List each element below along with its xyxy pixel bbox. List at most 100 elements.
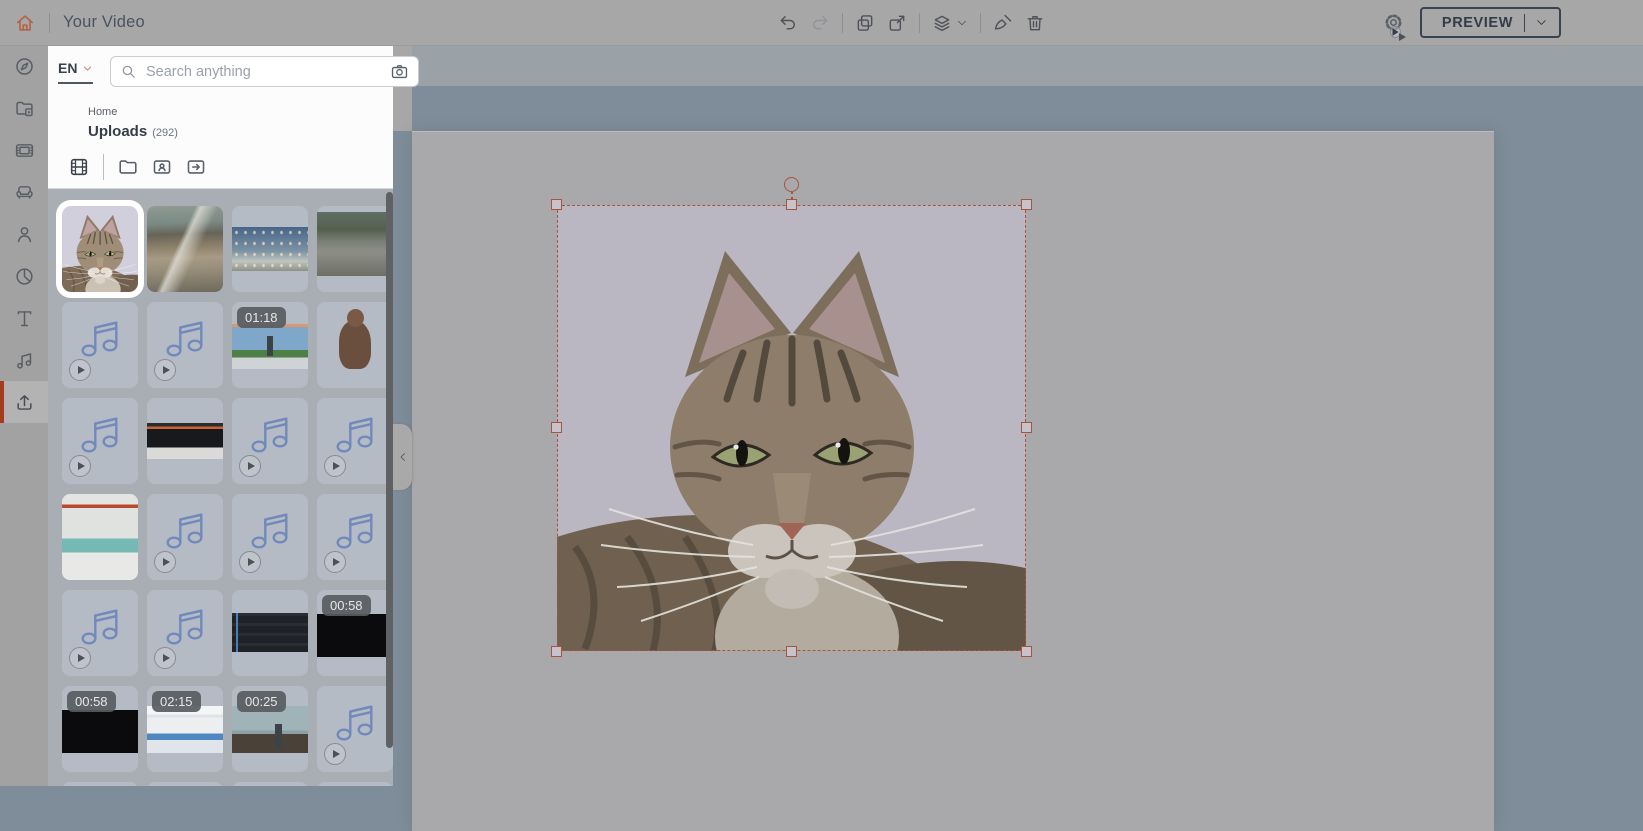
resize-handle-top-left[interactable] — [551, 199, 562, 210]
media-item-cartoon25[interactable]: 00:25 — [232, 686, 308, 772]
webpage-thumbnail — [147, 706, 223, 753]
rotation-connector — [791, 192, 793, 199]
media-item-audio[interactable] — [147, 302, 223, 388]
media-item-rain[interactable] — [232, 206, 308, 292]
resize-handle-top-right[interactable] — [1021, 199, 1032, 210]
left-sidebar — [0, 45, 48, 786]
media-item-site-dark[interactable] — [147, 398, 223, 484]
music-note-icon — [246, 408, 294, 456]
tabs-divider — [103, 154, 104, 180]
play-button[interactable] — [239, 551, 261, 573]
play-button[interactable] — [324, 455, 346, 477]
language-dropdown[interactable]: EN — [58, 60, 93, 84]
camera-icon[interactable] — [390, 62, 409, 81]
media-item-street[interactable] — [317, 206, 393, 292]
broom-icon[interactable] — [993, 13, 1013, 33]
breadcrumb-back-icon[interactable] — [64, 113, 79, 128]
play-button[interactable] — [324, 743, 346, 765]
preview-button[interactable]: PREVIEW — [1420, 7, 1561, 38]
music-note-icon — [76, 600, 124, 648]
play-button[interactable] — [324, 551, 346, 573]
media-item-beach[interactable] — [147, 206, 223, 292]
play-button[interactable] — [69, 359, 91, 381]
resize-handle-top-middle[interactable] — [786, 199, 797, 210]
media-item-audio[interactable] — [62, 590, 138, 676]
play-button[interactable] — [154, 551, 176, 573]
sidebar-item-text[interactable] — [0, 297, 48, 339]
view-tab-folder-shared[interactable] — [185, 156, 207, 178]
toolbar-divider — [842, 13, 843, 33]
resize-handle-middle-left[interactable] — [551, 422, 562, 433]
resize-handle-bottom-left[interactable] — [551, 646, 562, 657]
sidebar-item-avatar[interactable] — [0, 213, 48, 255]
top-toolbar: Your Video PREVIEW — [0, 0, 1643, 45]
view-tab-all-media[interactable] — [68, 156, 90, 178]
search-input[interactable] — [144, 63, 390, 81]
media-item-audio[interactable] — [232, 398, 308, 484]
duration-badge: 00:25 — [237, 691, 286, 712]
view-tab-folder-avatar[interactable] — [151, 156, 173, 178]
rotate-handle[interactable] — [784, 177, 799, 192]
media-item-audio[interactable] — [147, 590, 223, 676]
breadcrumb-count: (292) — [152, 127, 178, 139]
video-frame-icon — [14, 140, 35, 161]
cartoon118-thumbnail — [232, 324, 308, 370]
panel-collapse-button[interactable] — [393, 424, 412, 490]
search-box — [110, 56, 419, 87]
duration-badge: 00:58 — [322, 595, 371, 616]
sidebar-item-furniture[interactable] — [0, 171, 48, 213]
media-item-audio[interactable] — [62, 398, 138, 484]
media-item-black[interactable]: 00:58 — [62, 686, 138, 772]
sidebar-item-explore[interactable] — [0, 45, 48, 87]
media-item-app-dark[interactable] — [232, 590, 308, 676]
music-note-icon — [161, 312, 209, 360]
media-item-audio[interactable] — [317, 398, 393, 484]
canvas-page[interactable] — [412, 131, 1494, 831]
sidebar-item-video[interactable] — [0, 129, 48, 171]
selected-image-element[interactable] — [557, 205, 1026, 651]
media-item-webpage[interactable]: 02:15 — [147, 686, 223, 772]
view-tab-folder[interactable] — [117, 156, 139, 178]
resize-handle-bottom-middle[interactable] — [786, 646, 797, 657]
media-item-cartoon118[interactable]: 01:18 — [232, 302, 308, 388]
media-item-audio[interactable] — [317, 686, 393, 772]
panel-scrollbar-thumb[interactable] — [386, 192, 393, 748]
resize-handle-bottom-right[interactable] — [1021, 646, 1032, 657]
media-item-black[interactable]: 00:58 — [317, 590, 393, 676]
play-button[interactable] — [154, 359, 176, 381]
home-icon[interactable] — [14, 12, 36, 34]
sidebar-item-uploads[interactable] — [0, 381, 48, 423]
cat-photo — [557, 205, 1026, 651]
layers-button[interactable] — [932, 13, 968, 33]
play-button[interactable] — [69, 647, 91, 669]
media-item-audio[interactable] — [62, 302, 138, 388]
sidebar-item-media[interactable] — [0, 87, 48, 129]
sidebar-item-music[interactable] — [0, 339, 48, 381]
chevron-down-icon[interactable] — [1535, 16, 1548, 29]
music-note-icon — [76, 312, 124, 360]
breadcrumb: Uploads (292) — [88, 123, 178, 140]
media-item-site-light[interactable] — [62, 494, 138, 580]
trash-icon[interactable] — [1025, 13, 1045, 33]
copy-arrow-icon[interactable] — [887, 13, 907, 33]
site-dark-thumbnail — [147, 423, 223, 459]
beach-thumbnail — [147, 206, 223, 292]
media-item-partial — [317, 782, 393, 786]
media-item-audio[interactable] — [317, 494, 393, 580]
breadcrumb-parent[interactable]: Home — [88, 106, 117, 118]
upload-icon — [14, 392, 35, 413]
search-icon — [120, 63, 137, 80]
duplicate-icon[interactable] — [855, 13, 875, 33]
media-item-audio[interactable] — [147, 494, 223, 580]
resize-handle-middle-right[interactable] — [1021, 422, 1032, 433]
media-item-person[interactable] — [317, 302, 393, 388]
pie-chart-icon — [14, 266, 35, 287]
media-item-audio[interactable] — [232, 494, 308, 580]
sidebar-item-elements[interactable] — [0, 255, 48, 297]
media-item-cat[interactable] — [62, 206, 138, 292]
undo-icon[interactable] — [778, 13, 798, 33]
play-button[interactable] — [154, 647, 176, 669]
breadcrumb-current: Uploads — [88, 123, 147, 140]
play-button[interactable] — [69, 455, 91, 477]
play-button[interactable] — [239, 455, 261, 477]
